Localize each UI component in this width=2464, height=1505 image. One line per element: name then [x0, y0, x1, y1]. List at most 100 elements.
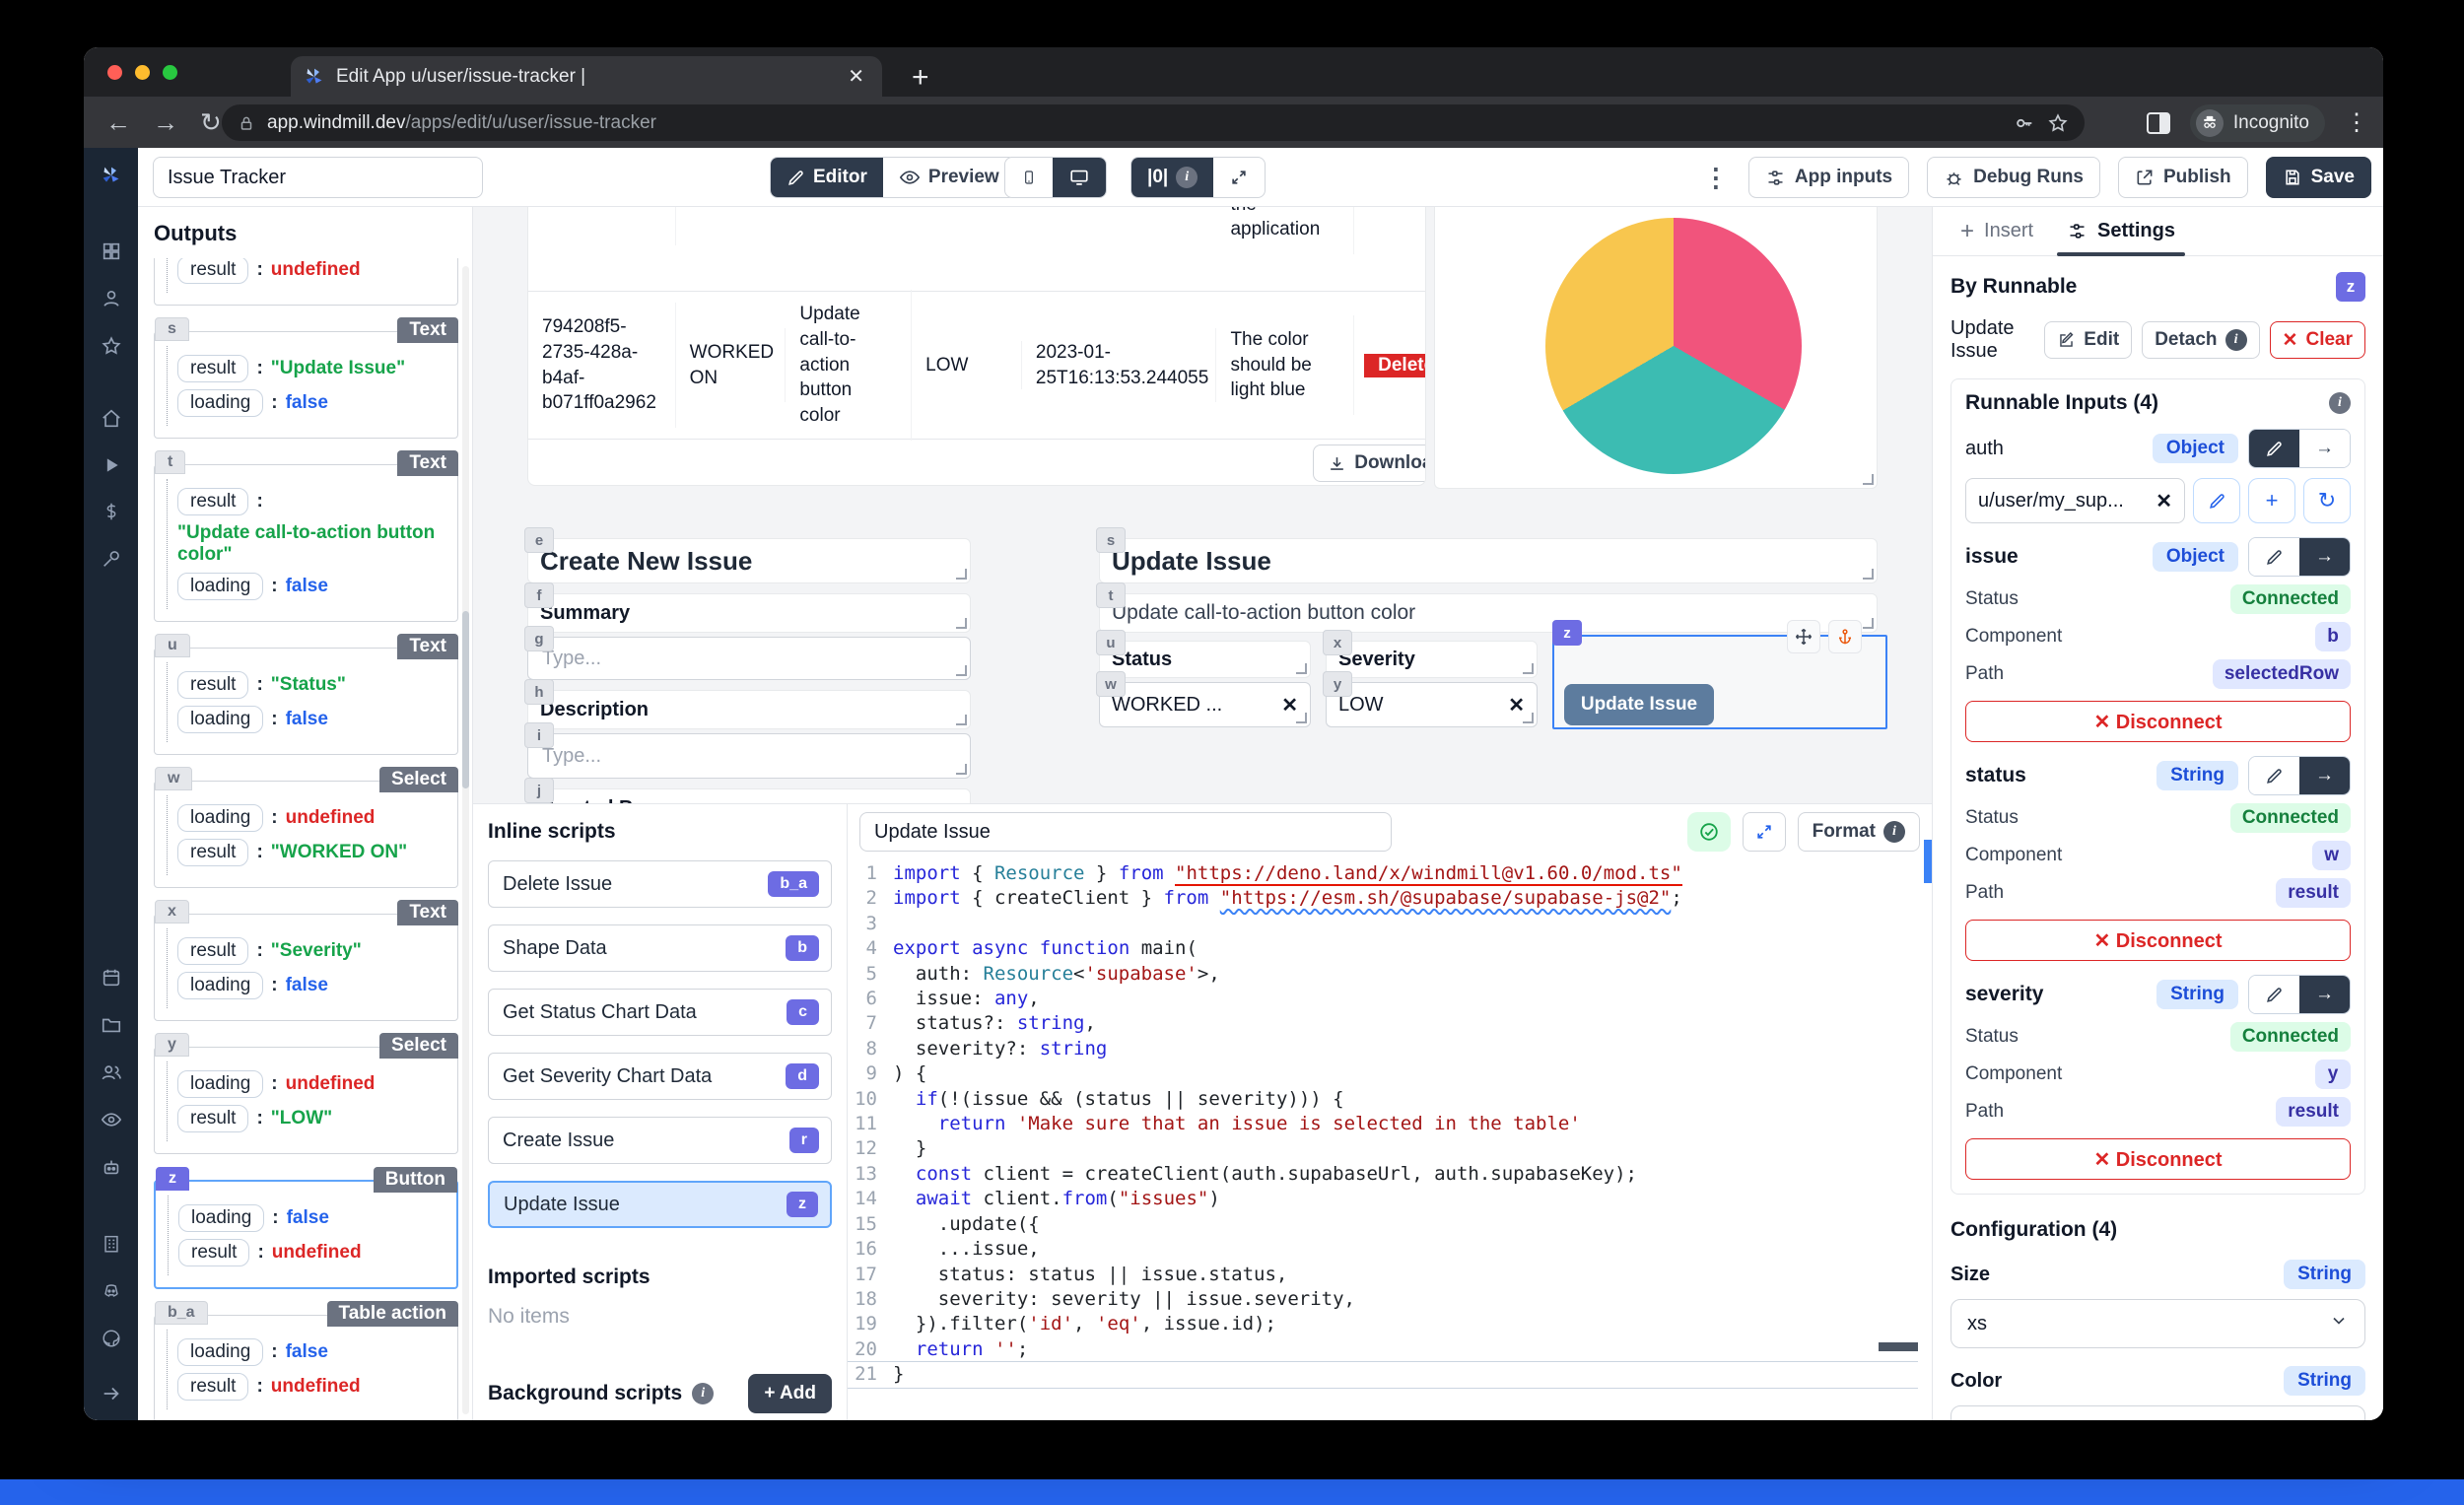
disconnect-button[interactable]: ✕ Disconnect	[1965, 920, 2351, 961]
traffic-lights[interactable]	[107, 65, 177, 80]
status-select[interactable]: w WORKED ... ✕	[1096, 671, 1311, 727]
code-area[interactable]: 1 import { Resource } from "https://deno…	[848, 861, 1918, 1420]
description-input[interactable]: i Type...	[524, 722, 971, 779]
connect-mode-icon[interactable]: →	[2299, 538, 2350, 576]
output-key[interactable]: result	[177, 1105, 249, 1132]
connect-mode-icon[interactable]: →	[2299, 430, 2350, 467]
code-line[interactable]: 12 }	[848, 1136, 1918, 1161]
refresh-resource-button[interactable]: ↻	[2303, 478, 2351, 523]
output-key[interactable]: result	[177, 355, 249, 382]
download-button[interactable]: Download	[1313, 445, 1425, 482]
sidebar-discord-icon[interactable]	[101, 1280, 122, 1302]
input-mode-toggle[interactable]: →	[2248, 975, 2351, 1014]
code-line[interactable]: 9 ) {	[848, 1061, 1918, 1086]
output-card-y[interactable]: y Select loading : undefined result : "L…	[154, 1033, 458, 1154]
disconnect-button[interactable]: ✕ Disconnect	[1965, 701, 2351, 742]
sidebar-play-icon[interactable]	[102, 455, 121, 475]
format-button[interactable]: Format i	[1797, 812, 1920, 852]
script-item-create-issue[interactable]: Create Issue r	[488, 1117, 832, 1164]
sidebar-star-icon[interactable]	[101, 335, 122, 357]
minimize-window-button[interactable]	[135, 65, 150, 80]
sidebar-home-icon[interactable]	[101, 408, 122, 430]
mobile-view-button[interactable]	[1005, 158, 1053, 197]
app-name-input[interactable]: Issue Tracker	[153, 157, 483, 198]
sidebar-folder-icon[interactable]	[101, 1014, 122, 1036]
code-line[interactable]: 14 await client.from("issues")	[848, 1187, 1918, 1211]
sidebar-wrench-icon[interactable]	[101, 548, 122, 570]
config-select-color[interactable]: blue	[1951, 1405, 2365, 1420]
address-bar[interactable]: app.windmill.dev/apps/edit/u/user/issue-…	[222, 104, 2085, 141]
fullscreen-button[interactable]	[1213, 158, 1265, 197]
detach-runnable-button[interactable]: Detach i	[2142, 321, 2260, 359]
anchor-icon[interactable]	[1828, 620, 1862, 653]
forward-icon[interactable]: →	[153, 107, 178, 138]
output-key[interactable]: loading	[177, 972, 264, 999]
sidebar-bot-icon[interactable]	[101, 1156, 122, 1178]
tab-insert[interactable]: + Insert	[1951, 207, 2043, 255]
sidebar-users-icon[interactable]	[101, 1061, 122, 1083]
script-item-delete-issue[interactable]: Delete Issue b_a	[488, 860, 832, 908]
output-key[interactable]: result	[177, 258, 249, 284]
config-select-size[interactable]: xs	[1951, 1299, 2365, 1348]
output-key[interactable]: loading	[177, 389, 264, 417]
selected-button-component[interactable]: z Update Issue	[1552, 620, 1887, 729]
move-handle-icon[interactable]	[1787, 620, 1820, 653]
code-line[interactable]: 7 status?: string,	[848, 1011, 1918, 1036]
output-key[interactable]: result	[177, 839, 249, 866]
static-mode-icon[interactable]	[2249, 976, 2299, 1013]
output-card-b_a[interactable]: b_a Table action loading : false result …	[154, 1301, 458, 1420]
output-key[interactable]: result	[178, 1239, 250, 1266]
code-line[interactable]: 5 auth: Resource<'supabase'>,	[848, 962, 1918, 987]
code-line[interactable]: 11 return 'Make sure that an issue is se…	[848, 1112, 1918, 1136]
clear-select-icon[interactable]: ✕	[1508, 693, 1525, 718]
output-card-x[interactable]: x Text result : "Severity" loading : fal…	[154, 900, 458, 1021]
output-card-s[interactable]: s Text result : "Update Issue" loading :…	[154, 317, 458, 439]
more-options-icon[interactable]: ⋮	[1703, 163, 1729, 193]
output-card-z[interactable]: z Button loading : false result : undefi…	[154, 1167, 458, 1289]
tab-close-icon[interactable]: ✕	[844, 64, 868, 89]
input-mode-toggle[interactable]: →	[2248, 756, 2351, 795]
editor-mode-button[interactable]: Editor	[771, 158, 883, 197]
output-card-w[interactable]: w Select loading : undefined result : "W…	[154, 767, 458, 888]
output-card-partial[interactable]: result : undefined	[154, 258, 458, 306]
script-name-input[interactable]: Update Issue	[859, 812, 1392, 852]
new-tab-button[interactable]: +	[912, 61, 929, 95]
reload-icon[interactable]: ↻	[200, 107, 222, 138]
back-icon[interactable]: ←	[105, 107, 131, 138]
outputs-scrollbar[interactable]	[462, 266, 469, 1414]
code-line[interactable]: 8 severity?: string	[848, 1037, 1918, 1061]
code-line[interactable]: 20 return '';	[848, 1337, 1918, 1362]
browser-tab[interactable]: Edit App u/user/issue-tracker | ✕	[291, 56, 882, 97]
desktop-view-button[interactable]	[1053, 158, 1106, 197]
disconnect-button[interactable]: ✕ Disconnect	[1965, 1138, 2351, 1180]
sidebar-grid-icon[interactable]	[101, 240, 122, 262]
editor-hscrollbar[interactable]	[1879, 1342, 1918, 1351]
side-panel-icon[interactable]	[2146, 111, 2170, 134]
summary-input[interactable]: g Type...	[524, 626, 971, 680]
sidebar-user-icon[interactable]	[101, 288, 122, 309]
output-key[interactable]: loading	[177, 1070, 264, 1098]
debug-runs-button[interactable]: Debug Runs	[1927, 157, 2100, 198]
output-key[interactable]: loading	[177, 706, 264, 733]
output-key[interactable]: result	[177, 671, 249, 699]
input-mode-toggle[interactable]: →	[2248, 429, 2351, 468]
output-key[interactable]: loading	[177, 1338, 264, 1366]
preview-mode-button[interactable]: Preview	[883, 158, 1015, 197]
edit-resource-button[interactable]	[2193, 478, 2240, 523]
sidebar-github-icon[interactable]	[101, 1328, 122, 1349]
script-item-update-issue[interactable]: Update Issue z	[488, 1181, 832, 1228]
sidebar-calendar-icon[interactable]	[101, 947, 122, 989]
sidebar-arrow-right-icon[interactable]	[101, 1383, 122, 1404]
save-button[interactable]: Save	[2265, 157, 2371, 198]
grid-counter-button[interactable]: |0| i	[1131, 158, 1214, 197]
output-key[interactable]: loading	[177, 804, 264, 832]
table-row[interactable]: 5fd0f7d5c3c2 component searching in the …	[528, 207, 1425, 292]
add-background-script-button[interactable]: + Add	[748, 1374, 832, 1413]
code-line[interactable]: 6 issue: any,	[848, 987, 1918, 1011]
connect-mode-icon[interactable]: →	[2299, 757, 2350, 794]
output-card-u[interactable]: u Text result : "Status" loading : false	[154, 634, 458, 755]
sidebar-dollar-icon[interactable]	[101, 501, 122, 522]
code-line[interactable]: 19 }).filter('id', 'eq', issue.id);	[848, 1312, 1918, 1336]
clear-runnable-button[interactable]: ✕ Clear	[2269, 321, 2365, 359]
script-item-get-severity-chart-data[interactable]: Get Severity Chart Data d	[488, 1053, 832, 1100]
